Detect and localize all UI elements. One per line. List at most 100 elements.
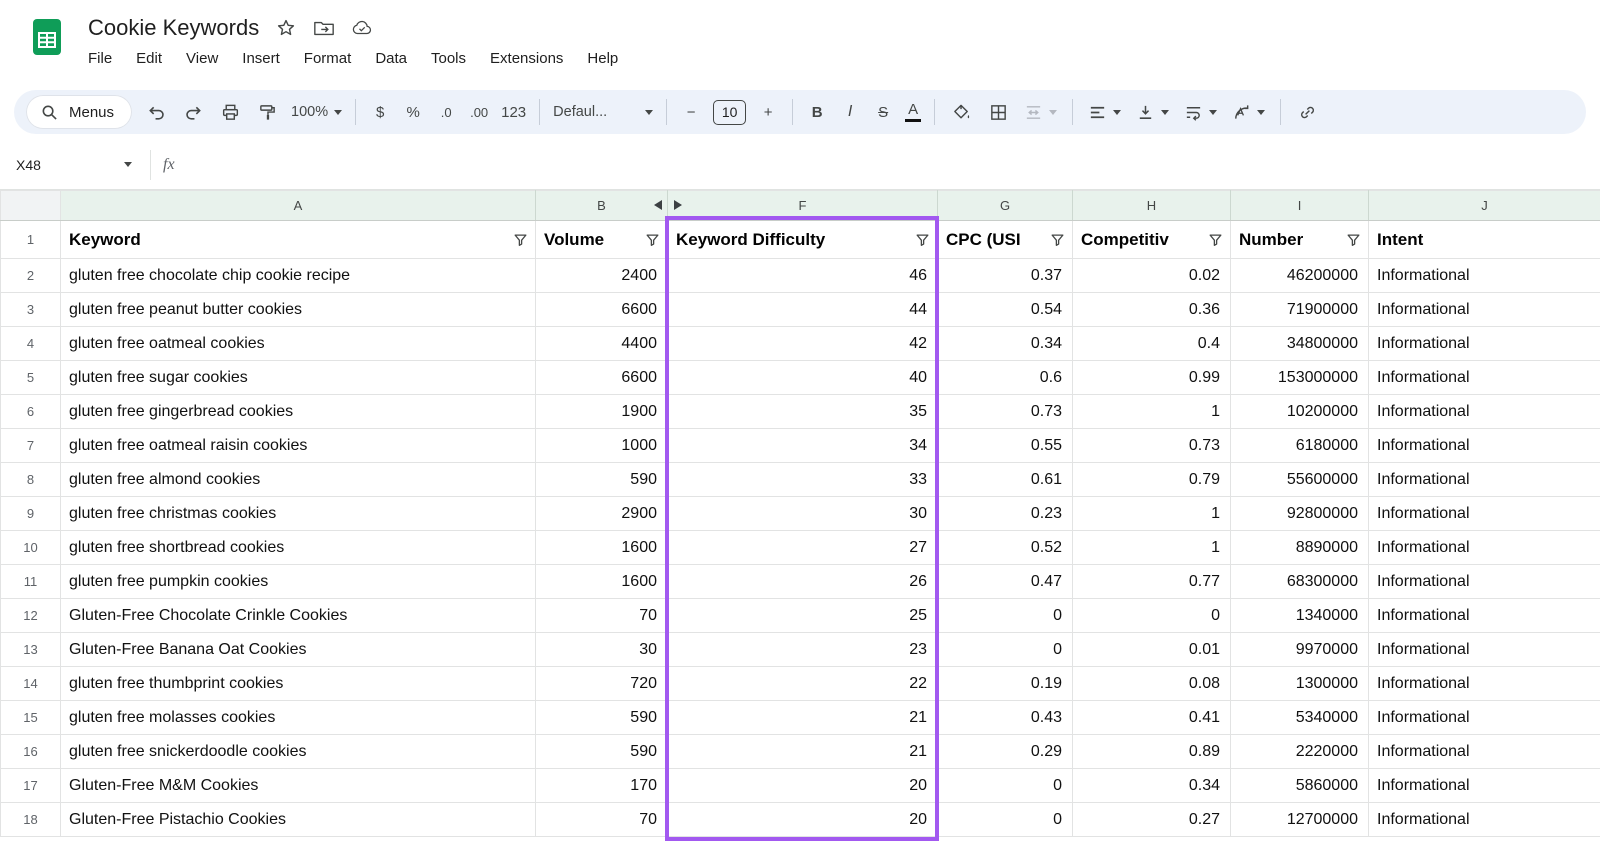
cell-volume[interactable]: 30 [536, 633, 668, 667]
row-number[interactable]: 14 [1, 667, 61, 701]
horizontal-align-button[interactable] [1086, 99, 1123, 125]
header-cell[interactable]: CPC (USI [938, 221, 1073, 259]
cell-intent[interactable]: Informational [1369, 463, 1600, 497]
cell-number[interactable]: 55600000 [1231, 463, 1369, 497]
cell-number[interactable]: 34800000 [1231, 327, 1369, 361]
show-hidden-columns-right-icon[interactable] [674, 200, 682, 210]
cell-intent[interactable]: Informational [1369, 599, 1600, 633]
cell-competition[interactable]: 0.89 [1073, 735, 1231, 769]
redo-button[interactable] [180, 99, 206, 125]
cell-keyword-difficulty[interactable]: 44 [668, 293, 938, 327]
cell-keyword[interactable]: Gluten-Free M&M Cookies [61, 769, 536, 803]
cell-cpc[interactable]: 0.55 [938, 429, 1073, 463]
move-folder-icon[interactable] [313, 17, 335, 39]
column-header-A[interactable]: A [61, 191, 536, 221]
header-cell[interactable]: Keyword Difficulty [668, 221, 938, 259]
row-number[interactable]: 7 [1, 429, 61, 463]
cell-number[interactable]: 6180000 [1231, 429, 1369, 463]
bold-button[interactable]: B [806, 104, 828, 121]
cell-volume[interactable]: 1600 [536, 531, 668, 565]
decrease-decimals-button[interactable]: .0 [435, 105, 457, 120]
cell-number[interactable]: 92800000 [1231, 497, 1369, 531]
cell-keyword-difficulty[interactable]: 40 [668, 361, 938, 395]
cell-volume[interactable]: 4400 [536, 327, 668, 361]
cell-volume[interactable]: 70 [536, 803, 668, 837]
cell-number[interactable]: 10200000 [1231, 395, 1369, 429]
cell-volume[interactable]: 2400 [536, 259, 668, 293]
cell-volume[interactable]: 590 [536, 735, 668, 769]
cell-competition[interactable]: 0.79 [1073, 463, 1231, 497]
strikethrough-button[interactable]: S [872, 104, 894, 121]
more-formats-button[interactable]: 123 [501, 104, 526, 121]
row-number[interactable]: 12 [1, 599, 61, 633]
cell-competition[interactable]: 0.77 [1073, 565, 1231, 599]
row-number[interactable]: 13 [1, 633, 61, 667]
cell-keyword-difficulty[interactable]: 20 [668, 803, 938, 837]
cell-competition[interactable]: 0.02 [1073, 259, 1231, 293]
column-header-J[interactable]: J [1369, 191, 1600, 221]
cell-cpc[interactable]: 0.52 [938, 531, 1073, 565]
cell-cpc[interactable]: 0.19 [938, 667, 1073, 701]
cell-competition[interactable]: 0.01 [1073, 633, 1231, 667]
cell-volume[interactable]: 6600 [536, 293, 668, 327]
italic-button[interactable]: I [839, 103, 861, 121]
cell-volume[interactable]: 590 [536, 701, 668, 735]
cell-volume[interactable]: 590 [536, 463, 668, 497]
menus-search-button[interactable]: Menus [26, 95, 132, 129]
cell-competition[interactable]: 1 [1073, 531, 1231, 565]
cell-cpc[interactable]: 0.6 [938, 361, 1073, 395]
cell-cpc[interactable]: 0 [938, 803, 1073, 837]
row-number[interactable]: 15 [1, 701, 61, 735]
cell-competition[interactable]: 0.08 [1073, 667, 1231, 701]
cell-intent[interactable]: Informational [1369, 361, 1600, 395]
row-number[interactable]: 11 [1, 565, 61, 599]
filter-icon[interactable] [645, 232, 660, 247]
filter-icon[interactable] [1346, 232, 1361, 247]
cell-number[interactable]: 2220000 [1231, 735, 1369, 769]
row-number[interactable]: 16 [1, 735, 61, 769]
cell-cpc[interactable]: 0.37 [938, 259, 1073, 293]
cell-keyword[interactable]: gluten free oatmeal cookies [61, 327, 536, 361]
cell-keyword-difficulty[interactable]: 35 [668, 395, 938, 429]
cell-keyword-difficulty[interactable]: 23 [668, 633, 938, 667]
row-number[interactable]: 6 [1, 395, 61, 429]
sheets-logo[interactable] [28, 18, 66, 56]
cell-number[interactable]: 46200000 [1231, 259, 1369, 293]
cell-cpc[interactable]: 0.23 [938, 497, 1073, 531]
cell-competition[interactable]: 0.73 [1073, 429, 1231, 463]
cell-volume[interactable]: 70 [536, 599, 668, 633]
row-number[interactable]: 9 [1, 497, 61, 531]
cell-keyword-difficulty[interactable]: 21 [668, 701, 938, 735]
row-number[interactable]: 18 [1, 803, 61, 837]
cell-cpc[interactable]: 0.29 [938, 735, 1073, 769]
cell-number[interactable]: 9970000 [1231, 633, 1369, 667]
document-title[interactable]: Cookie Keywords [88, 15, 259, 41]
row-number[interactable]: 5 [1, 361, 61, 395]
cell-cpc[interactable]: 0 [938, 599, 1073, 633]
borders-button[interactable] [985, 99, 1011, 125]
cell-keyword-difficulty[interactable]: 26 [668, 565, 938, 599]
cell-number[interactable]: 5340000 [1231, 701, 1369, 735]
cell-competition[interactable]: 0 [1073, 599, 1231, 633]
cell-cpc[interactable]: 0 [938, 769, 1073, 803]
text-wrap-button[interactable] [1182, 99, 1219, 125]
text-color-button[interactable]: A [905, 102, 921, 122]
cell-keyword-difficulty[interactable]: 34 [668, 429, 938, 463]
merge-cells-button[interactable] [1022, 99, 1059, 125]
filter-icon[interactable] [1208, 232, 1223, 247]
cell-keyword[interactable]: gluten free gingerbread cookies [61, 395, 536, 429]
text-rotation-button[interactable] [1230, 99, 1267, 125]
cell-keyword-difficulty[interactable]: 21 [668, 735, 938, 769]
cell-intent[interactable]: Informational [1369, 395, 1600, 429]
cell-keyword[interactable]: gluten free shortbread cookies [61, 531, 536, 565]
cell-number[interactable]: 5860000 [1231, 769, 1369, 803]
cell-number[interactable]: 71900000 [1231, 293, 1369, 327]
cell-competition[interactable]: 0.41 [1073, 701, 1231, 735]
cell-cpc[interactable]: 0.43 [938, 701, 1073, 735]
header-cell[interactable]: Keyword [61, 221, 536, 259]
format-percent-button[interactable]: % [402, 104, 424, 121]
cell-intent[interactable]: Informational [1369, 701, 1600, 735]
cell-intent[interactable]: Informational [1369, 633, 1600, 667]
zoom-select[interactable]: 100% [291, 104, 342, 120]
cell-keyword[interactable]: gluten free pumpkin cookies [61, 565, 536, 599]
